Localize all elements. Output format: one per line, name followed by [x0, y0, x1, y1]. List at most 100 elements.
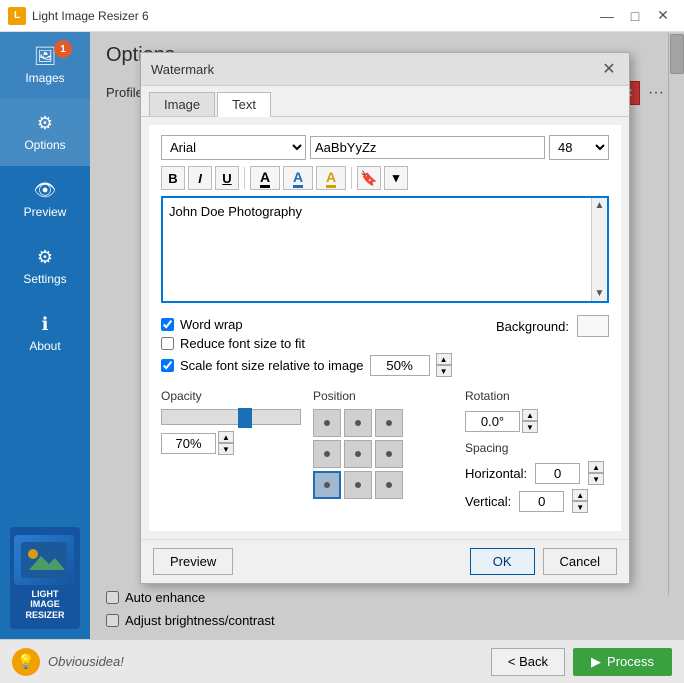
close-button[interactable]: ✕: [650, 6, 676, 26]
scale-font-label: Scale font size relative to image: [180, 358, 364, 373]
opacity-spinner-row: ▲ ▼: [161, 431, 305, 455]
background-label: Background:: [496, 319, 569, 334]
opacity-slider-track[interactable]: [161, 409, 301, 425]
pos-cell-3[interactable]: [313, 440, 341, 468]
text-color-blue-button[interactable]: A: [283, 166, 313, 190]
title-bar: L Light Image Resizer 6 — □ ✕: [0, 0, 684, 32]
underline-button[interactable]: U: [215, 166, 239, 190]
scale-font-checkbox[interactable]: [161, 359, 174, 372]
horizontal-up-button[interactable]: ▲: [588, 461, 604, 473]
cancel-button[interactable]: Cancel: [543, 548, 617, 575]
spacing-section: Spacing Horizontal: ▲ ▼: [465, 441, 609, 513]
font-preview-input[interactable]: [310, 136, 545, 159]
font-select[interactable]: Arial: [161, 135, 306, 160]
horizontal-input[interactable]: [535, 463, 580, 484]
opacity-up-button[interactable]: ▲: [218, 431, 234, 443]
minimize-button[interactable]: —: [594, 6, 620, 26]
options-icon: ⚙: [37, 113, 53, 134]
text-area-wrapper: ▲ ▼: [161, 196, 609, 303]
vertical-down-button[interactable]: ▼: [572, 501, 588, 513]
bold-button[interactable]: B: [161, 166, 185, 190]
about-icon: ℹ: [42, 314, 49, 335]
reduce-font-checkbox[interactable]: [161, 337, 174, 350]
pos-cell-2[interactable]: [375, 409, 403, 437]
pos-cell-1[interactable]: [344, 409, 372, 437]
italic-button[interactable]: I: [188, 166, 212, 190]
pos-cell-4[interactable]: [344, 440, 372, 468]
scale-down-button[interactable]: ▼: [436, 365, 452, 377]
spacing-title: Spacing: [465, 441, 609, 455]
logo-text: LIGHT IMAGE RESIZER: [14, 589, 76, 621]
stamp-dropdown-button[interactable]: ▾: [384, 166, 408, 190]
vertical-input[interactable]: [519, 491, 564, 512]
window-controls: — □ ✕: [594, 6, 676, 26]
dialog-close-button[interactable]: ✕: [599, 59, 619, 79]
logo-image: [14, 535, 74, 585]
text-color-black-icon: A: [260, 169, 270, 188]
back-button[interactable]: < Back: [491, 648, 565, 676]
process-label: Process: [607, 654, 654, 669]
maximize-button[interactable]: □: [622, 6, 648, 26]
preview-button[interactable]: Preview: [153, 548, 233, 575]
dialog-footer: Preview OK Cancel: [141, 539, 629, 583]
rotation-up-button[interactable]: ▲: [522, 409, 538, 421]
scale-font-row: Scale font size relative to image ▲ ▼: [161, 353, 452, 377]
sidebar-item-images[interactable]: 🖼 Images 1: [0, 32, 90, 99]
position-title: Position: [313, 389, 457, 403]
text-color-blue-icon: A: [293, 169, 303, 188]
sidebar-item-about[interactable]: ℹ About: [0, 300, 90, 367]
scale-spinner: ▲ ▼: [436, 353, 452, 377]
background-swatch[interactable]: [577, 315, 609, 337]
sidebar-label-options: Options: [24, 138, 65, 152]
horizontal-spacing-row: Horizontal: ▲ ▼: [465, 461, 609, 485]
pos-cell-0[interactable]: [313, 409, 341, 437]
scroll-up-icon[interactable]: ▲: [595, 200, 605, 211]
text-color-black-button[interactable]: A: [250, 166, 280, 190]
rotation-down-button[interactable]: ▼: [522, 421, 538, 433]
ok-button[interactable]: OK: [470, 548, 535, 575]
horizontal-down-button[interactable]: ▼: [588, 473, 604, 485]
pos-cell-6[interactable]: [313, 471, 341, 499]
opacity-slider-thumb[interactable]: [238, 408, 252, 428]
dialog-titlebar: Watermark ✕: [141, 53, 629, 86]
brand-area: 💡 Obviousidea!: [12, 648, 124, 676]
pos-cell-5[interactable]: [375, 440, 403, 468]
vertical-up-button[interactable]: ▲: [572, 489, 588, 501]
sidebar-item-preview[interactable]: 👁 Preview: [0, 166, 90, 233]
sidebar: 🖼 Images 1 ⚙ Options 👁 Preview ⚙ Setting…: [0, 32, 90, 639]
process-button[interactable]: ▶ Process: [573, 648, 672, 676]
vertical-spacing-row: Vertical: ▲ ▼: [465, 489, 609, 513]
checks-area: Word wrap Reduce font size to fit Scale …: [161, 311, 452, 381]
rotation-value-input[interactable]: [465, 411, 520, 432]
position-column: Position: [313, 389, 457, 517]
sidebar-label-about: About: [29, 339, 60, 353]
bottom-area: Opacity ▲ ▼: [161, 381, 609, 521]
stamp-button[interactable]: 🔖: [357, 166, 381, 190]
format-divider-1: [244, 167, 245, 189]
font-size-select[interactable]: 48: [549, 135, 609, 160]
textarea-scrollbar[interactable]: ▲ ▼: [591, 198, 607, 301]
settings-icon: ⚙: [37, 247, 53, 268]
tab-image[interactable]: Image: [149, 92, 215, 116]
text-color-yellow-button[interactable]: A: [316, 166, 346, 190]
opacity-value-input[interactable]: [161, 433, 216, 454]
pos-cell-8[interactable]: [375, 471, 403, 499]
sidebar-item-options[interactable]: ⚙ Options: [0, 99, 90, 166]
position-grid: [313, 409, 457, 499]
tab-text[interactable]: Text: [217, 92, 271, 117]
pos-cell-7[interactable]: [344, 471, 372, 499]
opacity-down-button[interactable]: ▼: [218, 443, 234, 455]
sidebar-item-settings[interactable]: ⚙ Settings: [0, 233, 90, 300]
app-window: L Light Image Resizer 6 — □ ✕ 🖼 Images 1…: [0, 0, 684, 683]
scroll-down-icon[interactable]: ▼: [595, 288, 605, 299]
scale-value-input[interactable]: [370, 355, 430, 376]
images-badge: 1: [54, 40, 72, 58]
watermark-textarea[interactable]: [163, 198, 607, 298]
scale-up-button[interactable]: ▲: [436, 353, 452, 365]
vertical-label: Vertical:: [465, 494, 511, 509]
watermark-dialog: Watermark ✕ Image Text Arial: [140, 52, 630, 584]
format-row: B I U A A A: [161, 166, 609, 190]
word-wrap-checkbox[interactable]: [161, 318, 174, 331]
opacity-column: Opacity ▲ ▼: [161, 389, 305, 517]
reduce-font-label: Reduce font size to fit: [180, 336, 305, 351]
